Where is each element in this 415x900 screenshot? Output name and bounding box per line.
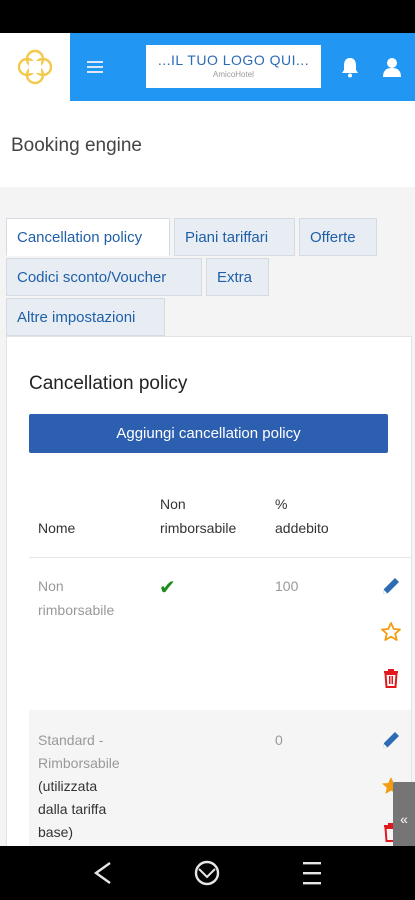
tab-altre-impostazioni[interactable]: Altre impostazioni	[6, 298, 165, 336]
tab-extra[interactable]: Extra	[206, 258, 269, 296]
table-divider	[29, 557, 411, 558]
delete-trash-icon[interactable]	[380, 667, 402, 689]
edit-pencil-icon[interactable]	[380, 575, 402, 597]
column-header-name: Nome	[38, 520, 76, 536]
row2-name-line2: Rimborsabile	[38, 755, 120, 771]
row1-name-line2: rimborsabile	[38, 602, 115, 618]
tab-piani-tariffari[interactable]: Piani tariffari	[174, 218, 295, 256]
collapse-sidebar-handle[interactable]: «	[393, 782, 415, 856]
row1-name-line1: Non	[38, 578, 64, 594]
back-icon[interactable]	[88, 857, 120, 889]
android-navigation-bar	[0, 846, 415, 900]
logo-title: ...IL TUO LOGO QUI...	[157, 52, 310, 68]
status-bar	[0, 0, 415, 33]
clover-logo-icon	[17, 49, 53, 85]
cancellation-policy-panel: Cancellation policy Aggiungi cancellatio…	[6, 336, 412, 858]
row2-charge: 0	[275, 732, 283, 748]
user-account-button[interactable]	[381, 55, 403, 79]
home-icon[interactable]	[191, 857, 223, 889]
add-cancellation-policy-button[interactable]: Aggiungi cancellation policy	[29, 414, 388, 453]
row2-note-line1: (utilizzata	[38, 778, 98, 794]
hamburger-icon	[87, 61, 103, 73]
page-title: Booking engine	[11, 135, 142, 156]
star-outline-icon[interactable]	[380, 621, 402, 643]
logo-subtitle: AmicoHotel	[213, 70, 254, 79]
brand-logo[interactable]	[0, 33, 70, 101]
hotel-logo-placeholder: ...IL TUO LOGO QUI... AmicoHotel	[146, 45, 321, 88]
tab-codici-sconto[interactable]: Codici sconto/Voucher	[6, 258, 202, 296]
tab-offerte[interactable]: Offerte	[299, 218, 377, 256]
top-bar: ...IL TUO LOGO QUI... AmicoHotel	[0, 33, 415, 101]
user-icon	[383, 58, 401, 77]
non-refundable-check-icon: ✔	[159, 577, 176, 599]
edit-pencil-icon[interactable]	[380, 729, 402, 751]
row2-note-line3: base)	[38, 824, 74, 840]
page-header: Booking engine	[0, 101, 415, 187]
row2-name-line1: Standard -	[38, 732, 104, 748]
recent-apps-icon[interactable]	[296, 857, 328, 889]
column-header-charge-line2: addebito	[275, 520, 329, 536]
column-header-non-refundable-line2: rimborsabile	[160, 520, 237, 536]
column-header-charge-line1: %	[275, 496, 288, 512]
section-title: Cancellation policy	[29, 373, 188, 394]
menu-button[interactable]	[80, 53, 110, 81]
notifications-button[interactable]	[339, 55, 361, 79]
row1-charge: 100	[275, 578, 299, 594]
bell-icon	[342, 58, 358, 78]
row2-note-line2: dalla tariffa	[38, 801, 107, 817]
tab-cancellation-policy[interactable]: Cancellation policy	[6, 218, 170, 256]
column-header-non-refundable-line1: Non	[160, 496, 186, 512]
